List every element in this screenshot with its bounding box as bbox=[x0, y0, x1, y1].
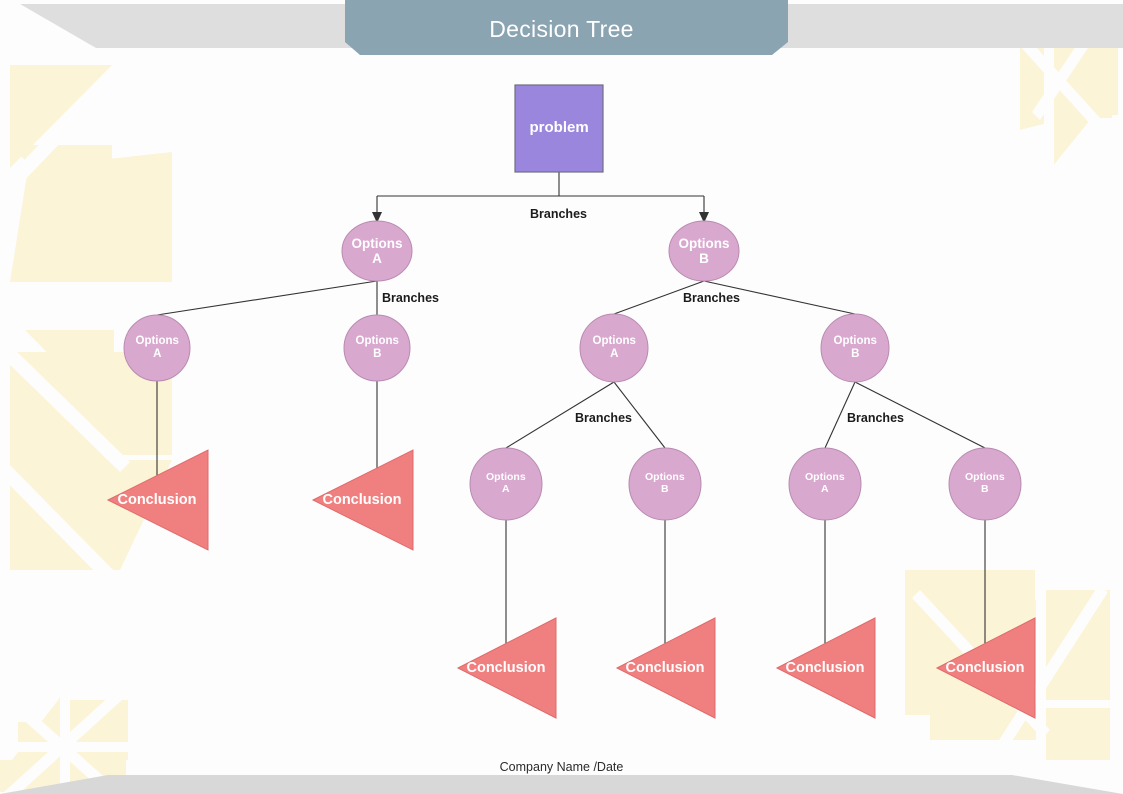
page-title: Decision Tree bbox=[489, 16, 634, 42]
option-node-l3b[interactable] bbox=[628, 447, 702, 521]
diagram-canvas: Decision Tree Company Name /Date problem… bbox=[0, 0, 1123, 794]
branch-edge-label-2: Branches bbox=[382, 291, 439, 305]
option-node-l3c[interactable] bbox=[788, 447, 862, 521]
option-node-l3d[interactable] bbox=[948, 447, 1022, 521]
root-node-problem[interactable] bbox=[514, 84, 604, 173]
option-node-l2a[interactable] bbox=[123, 314, 191, 382]
footer-company-date: Company Name /Date bbox=[499, 760, 624, 774]
option-node-l2b[interactable] bbox=[343, 314, 411, 382]
option-node-l3a[interactable] bbox=[469, 447, 543, 521]
footer-gray-band bbox=[0, 775, 1123, 794]
branch-edge-label-5: Branches bbox=[847, 411, 904, 425]
option-node-l1b[interactable] bbox=[668, 220, 740, 282]
branch-edge-label-3: Branches bbox=[683, 291, 740, 305]
option-node-l2c[interactable] bbox=[579, 313, 649, 383]
branch-edge-label-4: Branches bbox=[575, 411, 632, 425]
diagram-svg bbox=[0, 0, 1123, 794]
option-node-l1a[interactable] bbox=[341, 220, 413, 282]
branch-edge-label-1: Branches bbox=[530, 207, 587, 221]
option-node-l2d[interactable] bbox=[820, 313, 890, 383]
